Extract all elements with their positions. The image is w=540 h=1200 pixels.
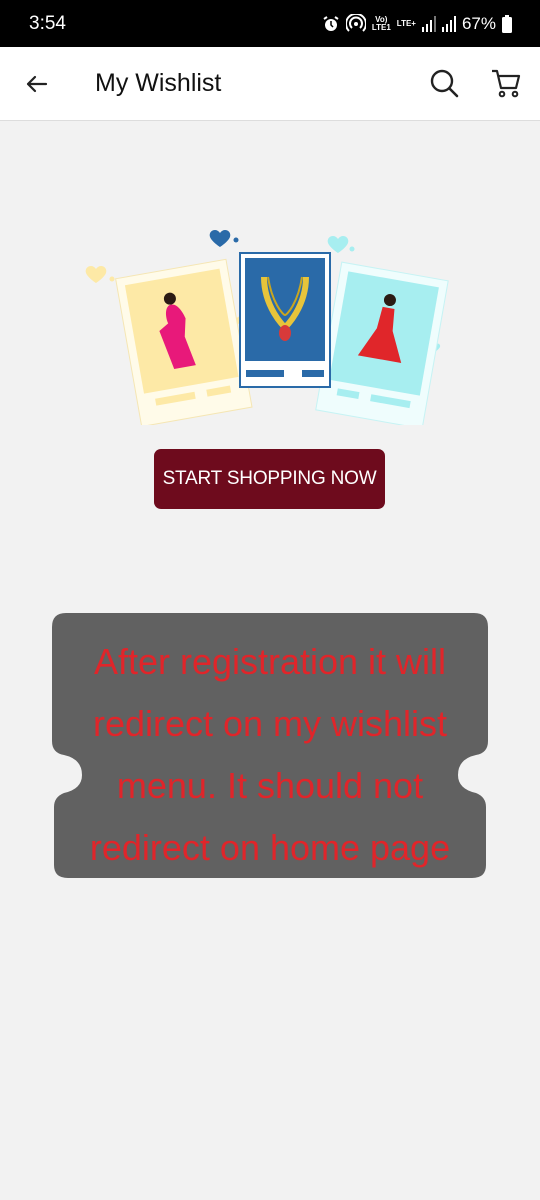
annotation-note: After registration it will redirect on m… xyxy=(52,613,488,878)
cart-button[interactable] xyxy=(490,67,522,99)
search-button[interactable] xyxy=(428,67,460,99)
back-button[interactable] xyxy=(22,69,52,99)
product-card-necklace xyxy=(239,252,331,388)
cart-icon xyxy=(492,69,521,98)
battery-icon xyxy=(502,14,512,33)
network-label: LTE+ xyxy=(396,19,416,28)
status-time: 3:54 xyxy=(29,12,66,34)
product-card-saree xyxy=(115,258,253,425)
signal-icon xyxy=(421,15,456,32)
hotspot-icon xyxy=(345,13,366,32)
wishlist-cards-illustration xyxy=(85,230,449,425)
status-bar: 3:54 Vo) LTE1 LTE+ 67% xyxy=(0,0,540,47)
annotation-text: After registration it will redirect on m… xyxy=(89,641,451,868)
product-card-gown xyxy=(315,261,449,425)
status-icons: Vo) LTE1 LTE+ 67% xyxy=(322,13,512,34)
arrow-left-icon xyxy=(26,75,48,93)
alarm-icon xyxy=(323,15,339,31)
start-shopping-button[interactable]: START SHOPPING NOW xyxy=(154,449,385,509)
battery-percent: 67% xyxy=(461,13,496,33)
heart-icon xyxy=(209,230,239,247)
page-title: My Wishlist xyxy=(95,69,222,97)
app-bar: My Wishlist xyxy=(0,47,540,121)
search-icon xyxy=(430,69,459,98)
heart-icon xyxy=(85,266,115,283)
volte-icon: Vo) LTE1 xyxy=(371,14,391,32)
heart-icon xyxy=(327,236,355,253)
